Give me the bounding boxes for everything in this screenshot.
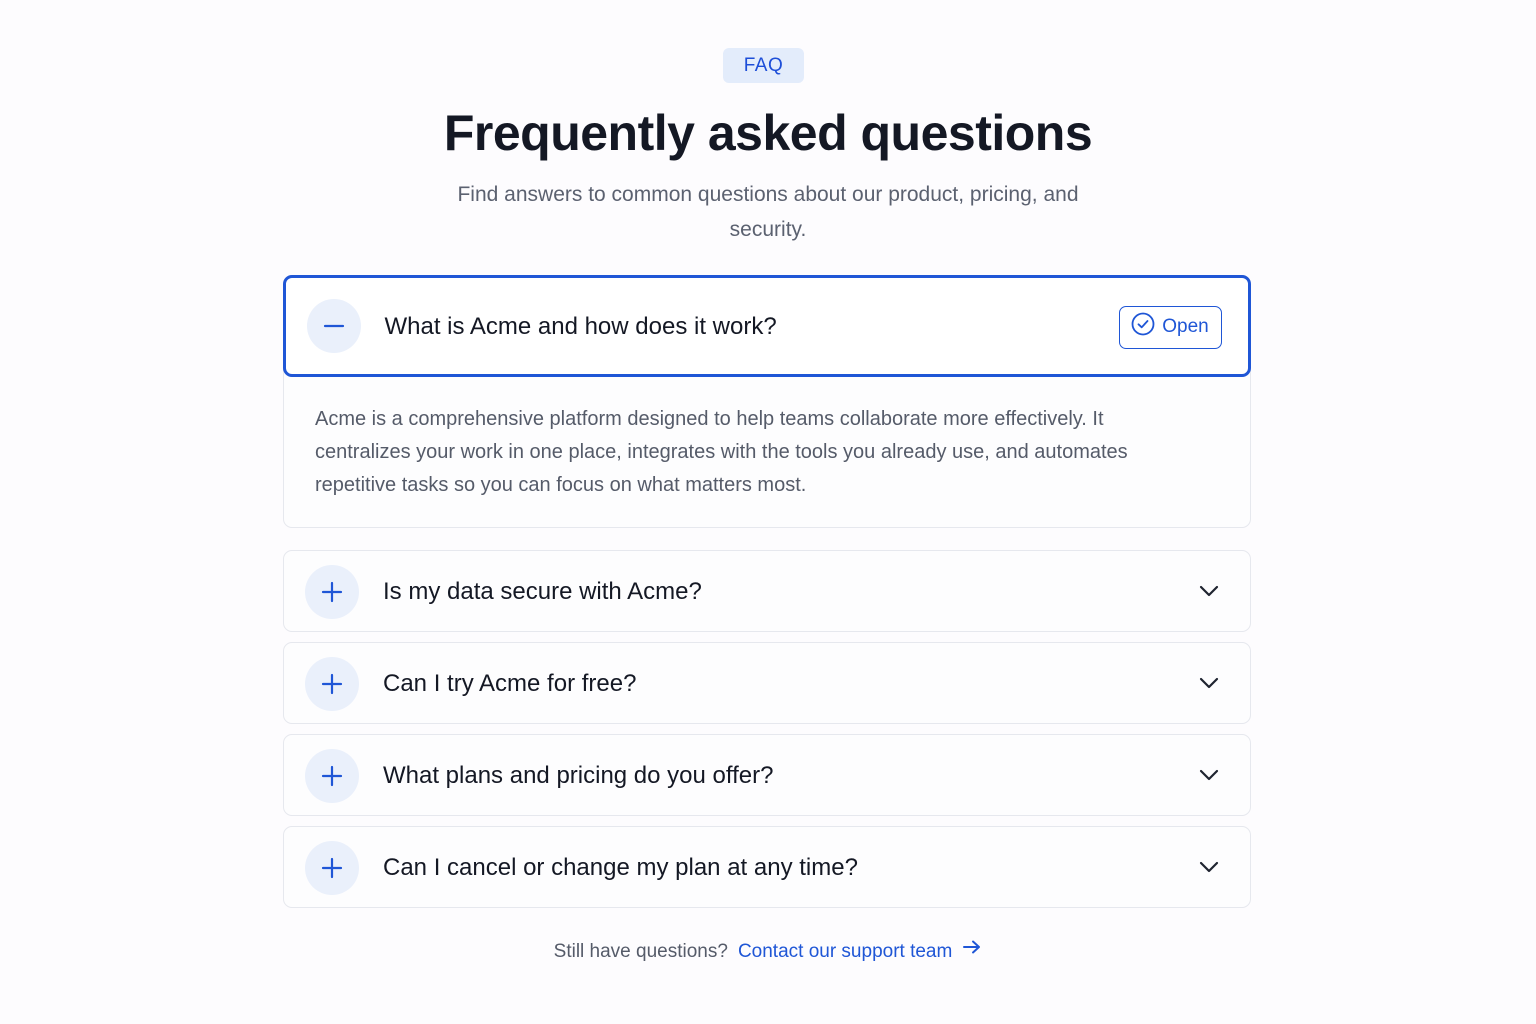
chevron-down-icon[interactable] (1198, 856, 1220, 878)
faq-question[interactable]: What plans and pricing do you offer? (383, 762, 773, 790)
plus-icon[interactable] (305, 749, 359, 803)
footer-prompt: Still have questions? (553, 941, 728, 962)
faq-item[interactable]: Can I cancel or change my plan at any ti… (283, 826, 1251, 908)
chevron-down-icon[interactable] (1198, 672, 1220, 694)
open-status-button[interactable]: Open (1118, 305, 1222, 349)
faq-badge: FAQ (723, 48, 804, 83)
plus-icon[interactable] (305, 657, 359, 711)
plus-icon[interactable] (305, 841, 359, 895)
check-circle-icon (1131, 312, 1155, 342)
faq-question[interactable]: What is Acme and how does it work? (385, 313, 777, 341)
faq-item[interactable]: Can I try Acme for free? (283, 642, 1251, 724)
open-status-label: Open (1162, 316, 1209, 337)
faq-answer: Acme is a comprehensive platform designe… (315, 408, 1128, 496)
faq-item[interactable]: Is my data secure with Acme? (283, 550, 1251, 632)
faq-question[interactable]: Can I try Acme for free? (383, 670, 636, 698)
page-subtitle: Find answers to common questions about o… (457, 183, 1079, 241)
faq-item[interactable]: What plans and pricing do you offer? (283, 734, 1251, 816)
faq-question[interactable]: Can I cancel or change my plan at any ti… (383, 854, 858, 882)
chevron-down-icon[interactable] (1198, 580, 1220, 602)
contact-support-link[interactable]: Contact our support team (738, 941, 952, 962)
plus-icon[interactable] (305, 565, 359, 619)
page-title: Frequently asked questions (443, 105, 1093, 161)
chevron-down-icon[interactable] (1198, 764, 1220, 786)
support-footer: Still have questions? Contact our support… (0, 939, 1536, 963)
faq-page: FAQ Frequently asked questions Find answ… (0, 0, 1536, 1024)
minus-icon[interactable] (306, 298, 361, 353)
faq-item-header-open[interactable]: What is Acme and how does it work? Open (282, 274, 1251, 377)
faq-question[interactable]: Is my data secure with Acme? (383, 578, 702, 606)
arrow-right-icon[interactable] (962, 939, 982, 961)
faq-item-open: What is Acme and how does it work? Open … (282, 274, 1251, 528)
